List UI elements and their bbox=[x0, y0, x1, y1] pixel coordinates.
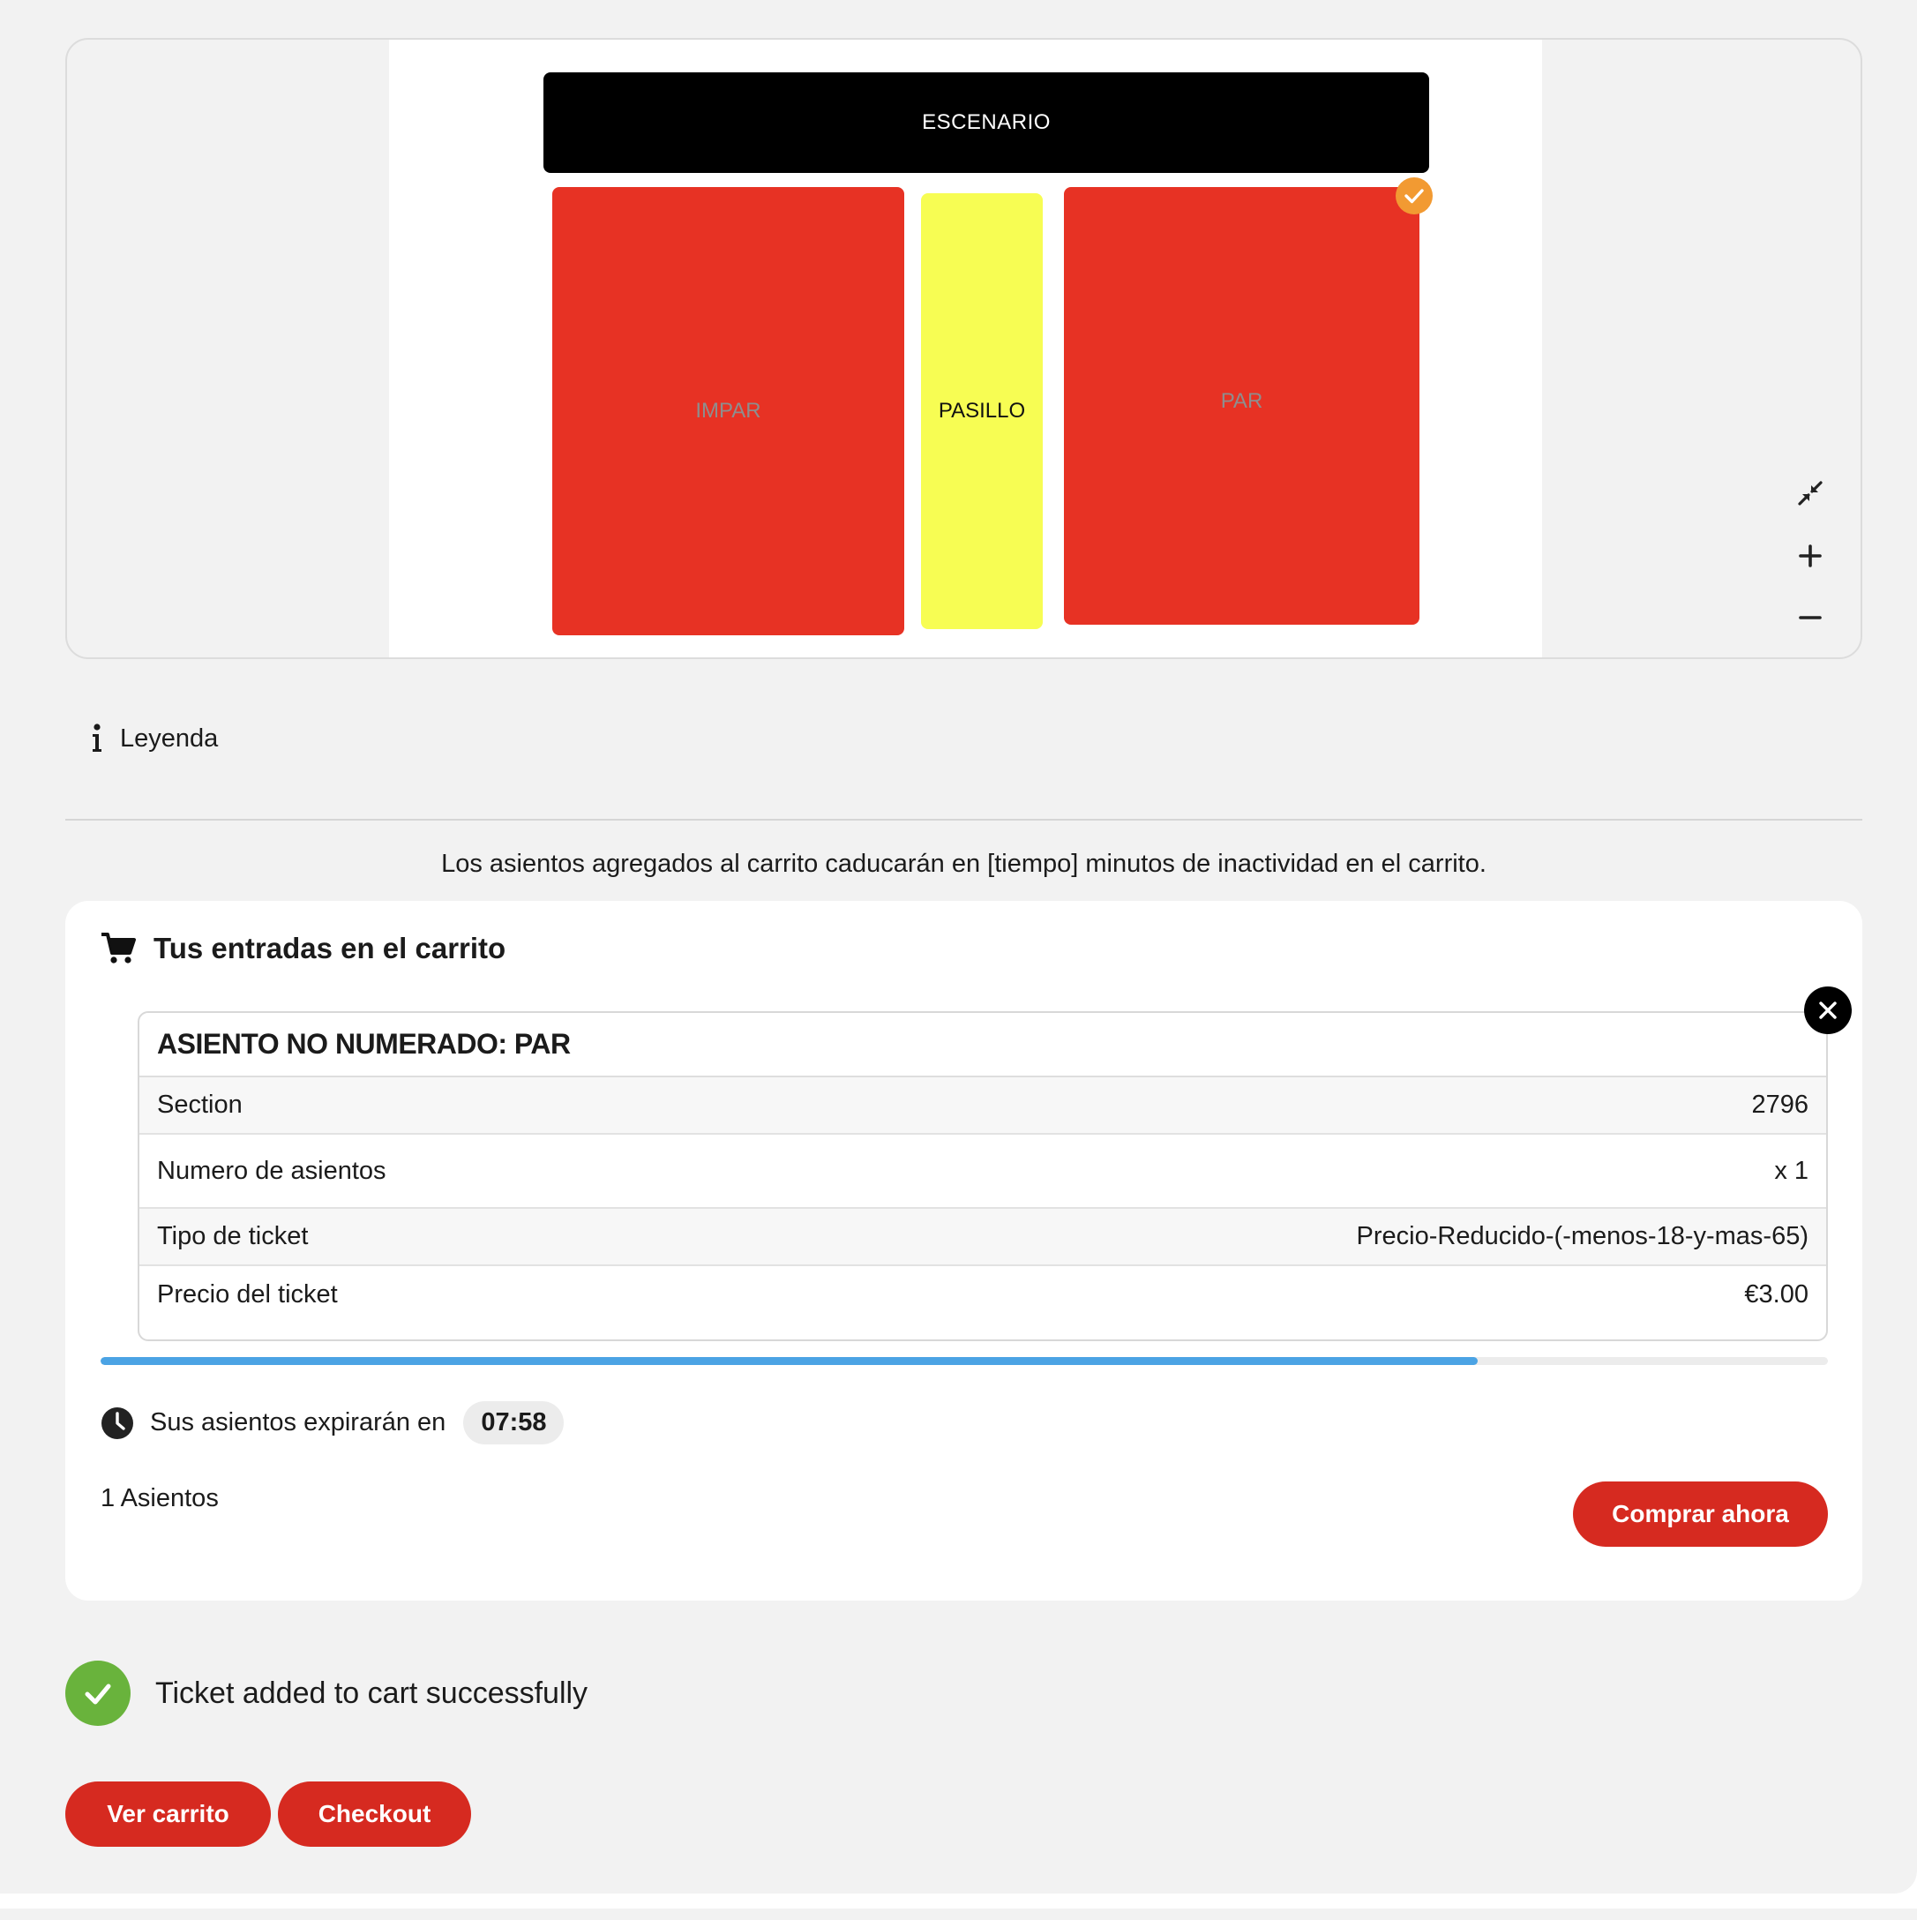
cart-expiry-notice: Los asientos agregados al carrito caduca… bbox=[441, 850, 1486, 878]
ticket-row-seat-count: Numero de asientos x 1 bbox=[139, 1135, 1826, 1209]
expiry-progress-bar bbox=[101, 1357, 1828, 1365]
section-pasillo[interactable]: PASILLO bbox=[921, 193, 1043, 629]
ticket-row-type: Tipo de ticket Precio-Reducido-(-menos-1… bbox=[139, 1209, 1826, 1266]
ticket-row-label: Precio del ticket bbox=[157, 1280, 338, 1309]
collapse-icon[interactable] bbox=[1794, 477, 1826, 509]
selected-check-icon bbox=[1396, 177, 1433, 214]
close-icon bbox=[1819, 1001, 1837, 1019]
buy-now-button[interactable]: Comprar ahora bbox=[1573, 1481, 1828, 1547]
ticket-row-label: Tipo de ticket bbox=[157, 1222, 309, 1250]
seat-map-canvas[interactable]: ESCENARIO IMPAR PASILLO PAR bbox=[389, 40, 1542, 657]
cart-panel: Tus entradas en el carrito ASIENTO NO NU… bbox=[65, 901, 1862, 1601]
legend-toggle[interactable]: Leyenda bbox=[88, 724, 218, 754]
cart-icon bbox=[101, 933, 136, 964]
legend-label: Leyenda bbox=[120, 724, 219, 753]
section-pasillo-label: PASILLO bbox=[938, 399, 1026, 423]
ticket-row-value: €3.00 bbox=[1744, 1280, 1808, 1309]
success-check-icon bbox=[65, 1661, 131, 1726]
remove-ticket-button[interactable] bbox=[1804, 986, 1852, 1034]
zoom-out-icon[interactable] bbox=[1794, 602, 1826, 634]
ticket-row-value: Precio-Reducido-(-menos-18-y-mas-65) bbox=[1356, 1222, 1808, 1250]
expiry-countdown: 07:58 bbox=[463, 1401, 565, 1444]
expiry-timer: Sus asientos expirarán en 07:58 bbox=[101, 1401, 565, 1444]
success-message: Ticket added to cart successfully bbox=[65, 1661, 588, 1726]
expiry-progress-fill bbox=[101, 1357, 1478, 1365]
section-par-label: PAR bbox=[1220, 389, 1263, 413]
cart-title: Tus entradas en el carrito bbox=[154, 932, 506, 964]
expiry-label: Sus asientos expirarán en bbox=[150, 1408, 446, 1436]
section-par[interactable]: PAR bbox=[1064, 187, 1419, 625]
section-impar-label: IMPAR bbox=[695, 399, 761, 423]
divider bbox=[65, 819, 1862, 821]
ticket-heading: ASIENTO NO NUMERADO: PAR bbox=[139, 1013, 1826, 1077]
success-text: Ticket added to cart successfully bbox=[155, 1676, 588, 1710]
ticket-row-value: x 1 bbox=[1774, 1156, 1808, 1185]
ticket-row-price: Precio del ticket €3.00 bbox=[139, 1266, 1826, 1324]
zoom-in-icon[interactable] bbox=[1794, 540, 1826, 572]
ticket-row-value: 2796 bbox=[1751, 1091, 1808, 1119]
ticket-row-section: Section 2796 bbox=[139, 1077, 1826, 1135]
footer-strip bbox=[0, 1909, 1917, 1920]
view-cart-button[interactable]: Ver carrito bbox=[65, 1781, 271, 1847]
info-icon bbox=[93, 724, 101, 752]
ticket-row-label: Section bbox=[157, 1091, 243, 1119]
seat-count: 1 Asientos bbox=[101, 1484, 219, 1512]
cart-header: Tus entradas en el carrito bbox=[101, 932, 505, 965]
checkout-button[interactable]: Checkout bbox=[278, 1781, 471, 1847]
stage: ESCENARIO bbox=[543, 72, 1429, 173]
ticket-details: ASIENTO NO NUMERADO: PAR Section 2796 Nu… bbox=[138, 1011, 1828, 1341]
section-impar[interactable]: IMPAR bbox=[552, 187, 904, 635]
ticket-row-label: Numero de asientos bbox=[157, 1156, 386, 1185]
clock-icon bbox=[101, 1406, 133, 1439]
seat-map: ESCENARIO IMPAR PASILLO PAR bbox=[65, 38, 1862, 659]
